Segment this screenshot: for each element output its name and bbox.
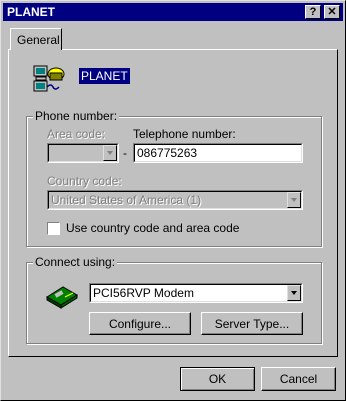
connect-using-group: Connect using: PCI56RVP Modem Configure.… — [26, 255, 322, 344]
telephone-number-input[interactable]: 086775263 — [133, 143, 303, 163]
modem-icon — [46, 286, 78, 309]
area-code-separator: - — [123, 146, 127, 160]
country-code-chevron-down-icon[interactable] — [287, 192, 301, 208]
country-code-label: Country code: — [47, 174, 122, 188]
title-bar[interactable]: PLANET ? ✕ — [3, 3, 343, 21]
connection-name: PLANET — [79, 68, 130, 84]
use-country-code-checkbox[interactable] — [47, 222, 60, 235]
close-icon: ✕ — [327, 5, 337, 18]
general-tab-panel: PLANET Phone number: Area code: - Teleph… — [8, 49, 338, 357]
telephone-number-value: 086775263 — [137, 146, 198, 160]
telephone-number-label: Telephone number: — [133, 127, 236, 141]
dialup-connection-icon — [33, 65, 65, 92]
area-code-label: Area code: — [47, 127, 106, 141]
modem-chevron-down-icon[interactable] — [287, 285, 301, 301]
ok-button-label: OK — [208, 372, 227, 386]
area-code-dropdown[interactable] — [47, 143, 119, 163]
server-type-button[interactable]: Server Type... — [201, 312, 303, 335]
country-code-dropdown[interactable]: United States of America (1) — [47, 190, 303, 210]
configure-button[interactable]: Configure... — [89, 312, 191, 335]
cancel-button-label: Cancel — [279, 372, 318, 386]
tab-general[interactable]: General — [10, 28, 62, 50]
configure-button-label: Configure... — [108, 317, 172, 331]
country-code-value: United States of America (1) — [51, 193, 202, 207]
modem-dropdown[interactable]: PCI56RVP Modem — [89, 283, 303, 303]
cancel-button[interactable]: Cancel — [261, 367, 336, 391]
help-button[interactable]: ? — [305, 5, 321, 19]
server-type-button-label: Server Type... — [214, 317, 290, 331]
window-title: PLANET — [7, 5, 55, 19]
phone-number-group-label: Phone number: — [33, 109, 120, 123]
area-code-chevron-down-icon[interactable] — [103, 145, 117, 161]
ok-button[interactable]: OK — [180, 367, 255, 391]
use-country-code-label[interactable]: Use country code and area code — [66, 221, 239, 235]
help-icon: ? — [309, 5, 317, 18]
connect-using-group-label: Connect using: — [33, 255, 118, 269]
properties-dialog: PLANET ? ✕ General PLANET Phone number: — [0, 0, 346, 401]
close-button[interactable]: ✕ — [324, 5, 340, 19]
modem-value: PCI56RVP Modem — [93, 286, 194, 300]
phone-number-group: Phone number: Area code: - Telephone num… — [26, 109, 322, 247]
tab-general-label: General — [17, 33, 60, 47]
